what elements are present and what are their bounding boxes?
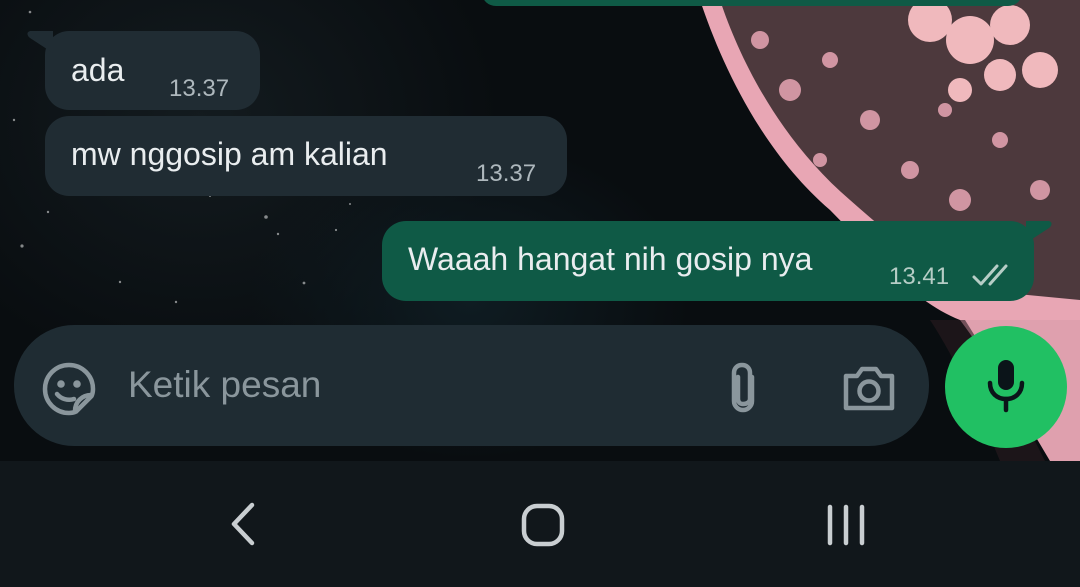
system-navigation-bar xyxy=(0,461,1080,587)
microphone-icon xyxy=(987,360,1025,413)
message-bubble-incoming[interactable]: mw nggosip am kalian 13.37 xyxy=(45,116,567,196)
message-time: 13.37 xyxy=(169,75,230,102)
bubble-tail xyxy=(27,31,53,53)
voice-record-button[interactable] xyxy=(945,326,1067,448)
recent-apps-icon[interactable] xyxy=(824,503,868,547)
message-text: Waaah hangat nih gosip nya xyxy=(408,241,813,277)
bubble-tail xyxy=(1026,221,1052,243)
chat-area[interactable]: ada 13.37 mw nggosip am kalian 13.37 Waa… xyxy=(0,0,1080,461)
message-text: mw nggosip am kalian xyxy=(71,136,388,172)
home-icon[interactable] xyxy=(521,503,565,547)
message-time: 13.41 xyxy=(889,263,950,290)
message-text: ada xyxy=(71,52,125,88)
message-time: 13.37 xyxy=(476,160,537,187)
back-chevron-icon[interactable] xyxy=(228,501,258,547)
sticker-icon[interactable] xyxy=(41,361,97,417)
message-bubble-outgoing[interactable]: Waaah hangat nih gosip nya 13.41 xyxy=(382,221,1052,301)
message-input[interactable]: Ketik pesan xyxy=(128,364,321,406)
double-check-icon xyxy=(972,264,1008,286)
camera-icon[interactable] xyxy=(840,362,898,414)
message-bubble-incoming[interactable]: ada 13.37 xyxy=(27,31,260,110)
paperclip-icon[interactable] xyxy=(722,359,766,419)
message-composer: Ketik pesan xyxy=(14,325,929,446)
